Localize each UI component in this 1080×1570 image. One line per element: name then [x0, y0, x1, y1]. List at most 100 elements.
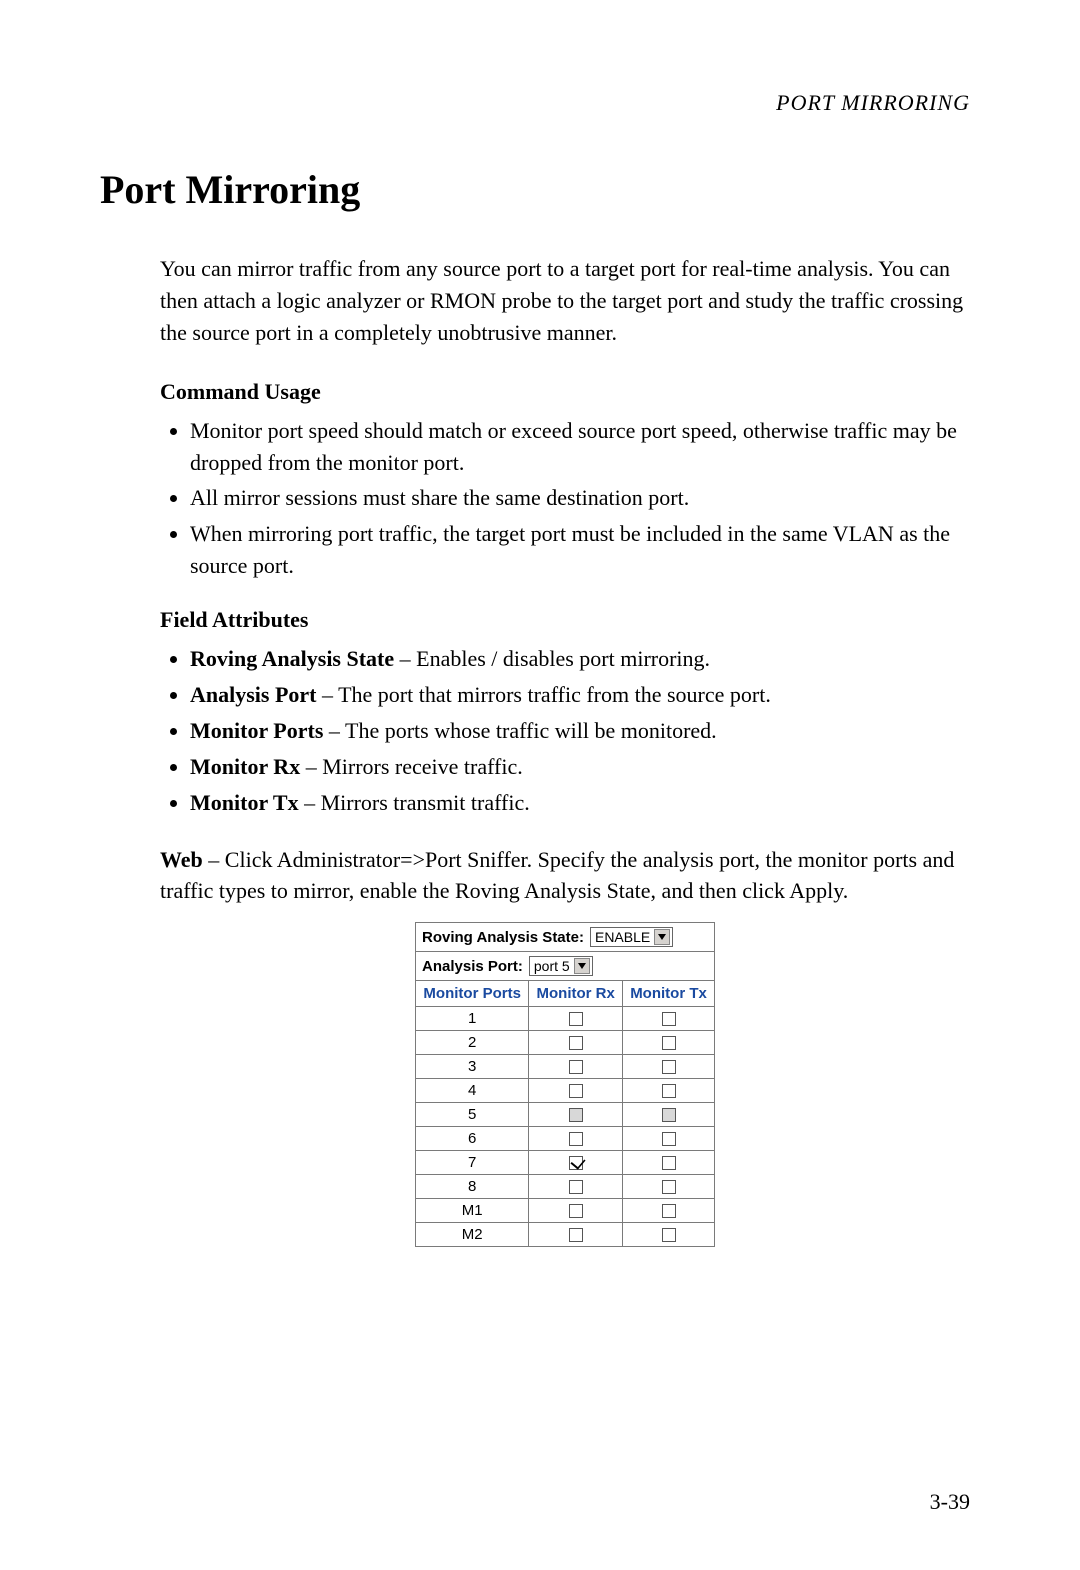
- web-text: – Click Administrator=>Port Sniffer. Spe…: [160, 847, 954, 904]
- checkbox[interactable]: [662, 1084, 676, 1098]
- roving-state-row: Roving Analysis State: ENABLE: [416, 923, 714, 952]
- tx-cell: [623, 1223, 714, 1247]
- attr-desc: – Mirrors receive traffic.: [300, 754, 523, 779]
- attr-term: Roving Analysis State: [190, 646, 394, 671]
- rx-cell: [529, 1103, 623, 1127]
- attr-term: Monitor Rx: [190, 754, 300, 779]
- sniffer-panel-wrap: Roving Analysis State: ENABLE Analysis P…: [160, 922, 970, 1247]
- checkbox[interactable]: [569, 1132, 583, 1146]
- attr-desc: – Enables / disables port mirroring.: [394, 646, 710, 671]
- running-head: PORT MIRRORING: [100, 90, 980, 116]
- checkbox[interactable]: [662, 1132, 676, 1146]
- checkbox[interactable]: [662, 1036, 676, 1050]
- command-usage-list: Monitor port speed should match or excee…: [160, 415, 970, 582]
- attr-desc: – Mirrors transmit traffic.: [299, 790, 530, 815]
- port-cell: M2: [416, 1223, 529, 1247]
- list-item: Monitor Ports – The ports whose traffic …: [190, 715, 970, 747]
- checkbox[interactable]: [569, 1204, 583, 1218]
- checkbox[interactable]: [569, 1012, 583, 1026]
- rx-cell: [529, 1175, 623, 1199]
- rx-cell: [529, 1007, 623, 1031]
- chevron-down-icon: [654, 929, 670, 945]
- page-title: Port Mirroring: [100, 166, 980, 213]
- port-cell: 5: [416, 1103, 529, 1127]
- analysis-port-row: Analysis Port: port 5: [416, 952, 714, 981]
- field-attributes-heading: Field Attributes: [160, 607, 970, 633]
- monitor-table: Monitor Ports Monitor Rx Monitor Tx 1234…: [416, 981, 714, 1246]
- chevron-down-icon: [574, 958, 590, 974]
- table-row: M2: [416, 1223, 714, 1247]
- intro-paragraph: You can mirror traffic from any source p…: [160, 253, 970, 349]
- roving-state-label: Roving Analysis State:: [422, 929, 584, 946]
- table-row: 8: [416, 1175, 714, 1199]
- checkbox[interactable]: [662, 1204, 676, 1218]
- rx-cell: [529, 1127, 623, 1151]
- port-cell: 7: [416, 1151, 529, 1175]
- rx-cell: [529, 1055, 623, 1079]
- checkbox[interactable]: [569, 1156, 583, 1170]
- attr-term: Analysis Port: [190, 682, 317, 707]
- rx-cell: [529, 1151, 623, 1175]
- checkbox[interactable]: [569, 1108, 583, 1122]
- body-column: You can mirror traffic from any source p…: [160, 253, 970, 1247]
- analysis-port-label: Analysis Port:: [422, 958, 523, 975]
- list-item: Roving Analysis State – Enables / disabl…: [190, 643, 970, 675]
- roving-state-value: ENABLE: [595, 929, 654, 945]
- table-row: 3: [416, 1055, 714, 1079]
- sniffer-panel: Roving Analysis State: ENABLE Analysis P…: [415, 922, 715, 1247]
- tx-cell: [623, 1031, 714, 1055]
- field-attributes-list: Roving Analysis State – Enables / disabl…: [160, 643, 970, 818]
- col-monitor-tx: Monitor Tx: [623, 981, 714, 1007]
- page: PORT MIRRORING Port Mirroring You can mi…: [0, 0, 1080, 1570]
- tx-cell: [623, 1175, 714, 1199]
- command-usage-heading: Command Usage: [160, 379, 970, 405]
- port-cell: 2: [416, 1031, 529, 1055]
- rx-cell: [529, 1079, 623, 1103]
- roving-state-select[interactable]: ENABLE: [590, 927, 673, 947]
- checkbox[interactable]: [662, 1156, 676, 1170]
- checkbox[interactable]: [569, 1036, 583, 1050]
- tx-cell: [623, 1103, 714, 1127]
- table-row: 1: [416, 1007, 714, 1031]
- list-item: Monitor Tx – Mirrors transmit traffic.: [190, 787, 970, 819]
- page-number: 3-39: [930, 1489, 970, 1515]
- attr-desc: – The port that mirrors traffic from the…: [317, 682, 771, 707]
- checkbox[interactable]: [569, 1084, 583, 1098]
- port-cell: 4: [416, 1079, 529, 1103]
- tx-cell: [623, 1199, 714, 1223]
- rx-cell: [529, 1199, 623, 1223]
- checkbox[interactable]: [569, 1228, 583, 1242]
- rx-cell: [529, 1223, 623, 1247]
- checkbox[interactable]: [569, 1180, 583, 1194]
- list-item: Monitor port speed should match or excee…: [190, 415, 970, 479]
- table-row: 7: [416, 1151, 714, 1175]
- checkbox[interactable]: [662, 1060, 676, 1074]
- table-row: 2: [416, 1031, 714, 1055]
- tx-cell: [623, 1055, 714, 1079]
- tx-cell: [623, 1007, 714, 1031]
- port-cell: 1: [416, 1007, 529, 1031]
- port-cell: M1: [416, 1199, 529, 1223]
- attr-term: Monitor Ports: [190, 718, 323, 743]
- table-row: 6: [416, 1127, 714, 1151]
- checkbox[interactable]: [662, 1228, 676, 1242]
- list-item: All mirror sessions must share the same …: [190, 482, 970, 514]
- checkbox[interactable]: [662, 1012, 676, 1026]
- attr-desc: – The ports whose traffic will be monito…: [323, 718, 716, 743]
- table-row: 5: [416, 1103, 714, 1127]
- list-item: When mirroring port traffic, the target …: [190, 518, 970, 582]
- checkbox[interactable]: [662, 1180, 676, 1194]
- col-monitor-ports: Monitor Ports: [416, 981, 529, 1007]
- web-label: Web: [160, 847, 203, 872]
- table-row: 4: [416, 1079, 714, 1103]
- analysis-port-select[interactable]: port 5: [529, 956, 593, 976]
- col-monitor-rx: Monitor Rx: [529, 981, 623, 1007]
- list-item: Analysis Port – The port that mirrors tr…: [190, 679, 970, 711]
- checkbox[interactable]: [662, 1108, 676, 1122]
- tx-cell: [623, 1079, 714, 1103]
- list-item: Monitor Rx – Mirrors receive traffic.: [190, 751, 970, 783]
- table-row: M1: [416, 1199, 714, 1223]
- checkbox[interactable]: [569, 1060, 583, 1074]
- tx-cell: [623, 1151, 714, 1175]
- tx-cell: [623, 1127, 714, 1151]
